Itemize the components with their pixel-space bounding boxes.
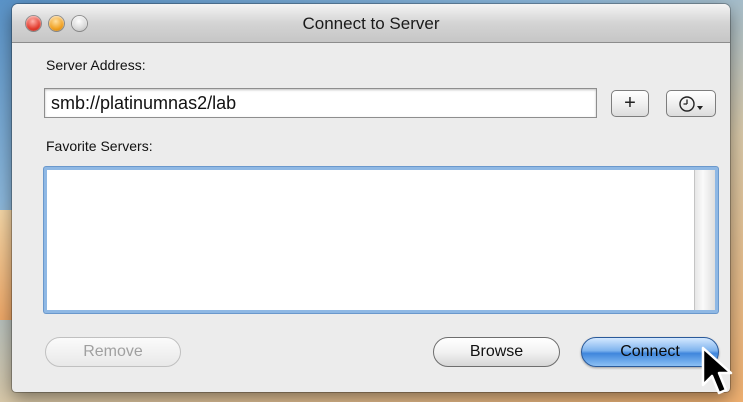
favorite-servers-label: Favorite Servers:: [46, 138, 153, 154]
remove-button[interactable]: Remove: [45, 337, 181, 367]
server-address-input[interactable]: [44, 88, 597, 118]
title-bar[interactable]: Connect to Server: [12, 4, 730, 43]
plus-icon: +: [624, 92, 636, 114]
server-address-label: Server Address:: [46, 57, 146, 73]
add-favorite-button[interactable]: +: [611, 90, 649, 117]
recent-servers-button[interactable]: [666, 90, 716, 117]
list-scrollbar[interactable]: [694, 170, 715, 310]
favorite-servers-list[interactable]: [44, 167, 718, 313]
connect-to-server-window: Connect to Server Server Address: + Favo…: [12, 4, 730, 392]
mouse-pointer-icon: [701, 346, 733, 395]
chevron-down-icon: [697, 105, 703, 110]
clock-icon: [679, 95, 703, 112]
browse-button[interactable]: Browse: [433, 337, 560, 367]
connect-button[interactable]: Connect: [581, 337, 719, 367]
window-title: Connect to Server: [302, 14, 440, 33]
